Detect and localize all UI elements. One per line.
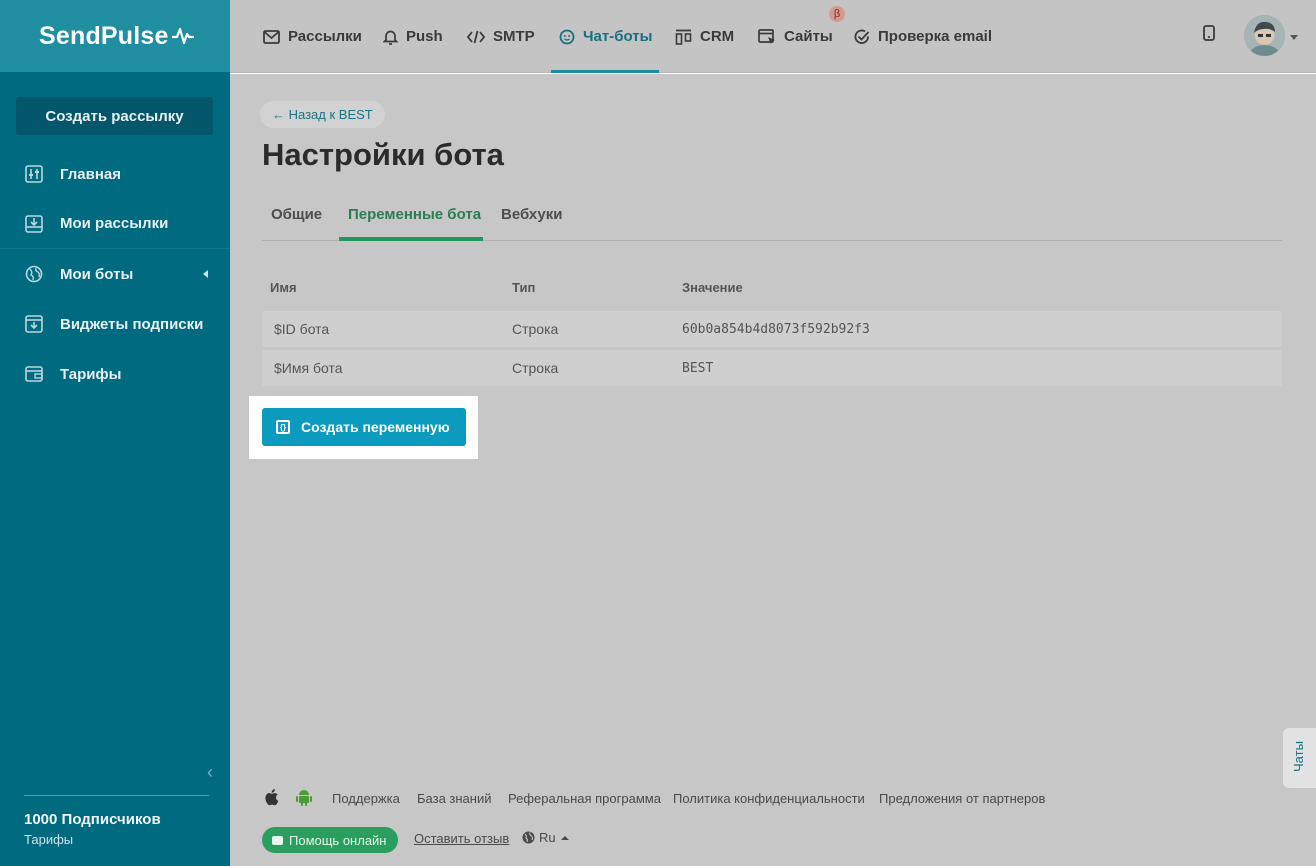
variable-type: Строка	[512, 360, 559, 376]
bell-icon	[383, 30, 398, 45]
topnav-label: Рассылки	[288, 28, 362, 45]
subscribers-count: 1000 Подписчиков	[24, 811, 161, 828]
topnav-label: Чат-боты	[583, 28, 653, 45]
sidebar-item-bots[interactable]: Мои боты	[0, 249, 230, 299]
logo-text: SendPulse	[39, 21, 169, 50]
chat-bot-icon	[559, 29, 575, 44]
variable-value: BEST	[682, 360, 714, 376]
apple-icon[interactable]	[264, 788, 279, 806]
topnav-label: Проверка email	[878, 28, 993, 45]
site-icon	[758, 28, 775, 44]
topnav-campaigns[interactable]: Рассылки	[263, 0, 362, 73]
topnav-label: SMTP	[493, 28, 535, 45]
variable-type: Строка	[512, 321, 559, 337]
logo-area: SendPulse	[0, 0, 230, 72]
sidebar-nav: Главная Мои рассылки Мои боты Виджеты по…	[0, 149, 230, 399]
tab-webhooks[interactable]: Вебхуки	[501, 196, 562, 241]
topnav-push[interactable]: Push	[383, 0, 443, 73]
envelope-icon	[263, 29, 280, 44]
variable-value: 60b0a854b4d8073f592b92f3	[682, 321, 870, 337]
topnav-label: CRM	[700, 28, 735, 45]
sidebar-item-label: Мои рассылки	[60, 215, 169, 232]
logo[interactable]: SendPulse	[39, 22, 194, 51]
mobile-phone-icon[interactable]	[1203, 25, 1215, 41]
create-variable-button[interactable]: {} Создать переменную	[262, 408, 466, 446]
create-variable-label: Создать переменную	[301, 419, 450, 435]
topnav-crm[interactable]: CRM	[675, 0, 734, 73]
pulse-icon	[171, 27, 194, 45]
topnav-email-check[interactable]: Проверка email	[854, 0, 992, 73]
language-selector[interactable]: Ru	[522, 830, 569, 845]
back-link[interactable]: ← Назад к BEST	[260, 101, 385, 128]
sliders-icon	[25, 165, 43, 183]
topnav-chatbots[interactable]: Чат-боты	[559, 0, 652, 73]
sidebar-item-campaigns[interactable]: Мои рассылки	[0, 199, 230, 249]
download-box-icon	[25, 315, 43, 333]
tab-bot-variables[interactable]: Переменные бота	[348, 196, 481, 241]
globe-icon	[522, 831, 535, 844]
chat-bubble-icon	[272, 835, 283, 845]
online-help-button[interactable]: Помощь онлайн	[262, 827, 398, 853]
footer-link-referral[interactable]: Реферальная программа	[508, 791, 661, 806]
sidebar-item-label: Мои боты	[60, 265, 134, 283]
globe-icon	[25, 265, 43, 283]
chats-tab-label: Чаты	[1291, 741, 1306, 772]
tab-general[interactable]: Общие	[271, 196, 322, 241]
chats-side-tab[interactable]: Чаты	[1283, 728, 1316, 788]
online-help-label: Помощь онлайн	[289, 832, 387, 848]
sidebar-item-label: Тарифы	[60, 365, 122, 383]
create-campaign-button[interactable]: Создать рассылку	[16, 97, 213, 135]
active-tab-indicator	[551, 70, 659, 73]
code-icon	[467, 30, 485, 43]
topnav-sites[interactable]: Сайты	[758, 0, 833, 73]
sidebar-item-label: Главная	[60, 165, 122, 183]
topnav-label: Push	[406, 28, 443, 45]
sidebar-item-home[interactable]: Главная	[0, 149, 230, 199]
sidebar-item-label: Виджеты подписки	[60, 315, 204, 333]
language-label: Ru	[539, 830, 556, 845]
page-title: Настройки бота	[262, 137, 504, 172]
topnav-label: Сайты	[784, 28, 833, 45]
check-circle-icon	[854, 29, 870, 44]
column-header-type: Тип	[512, 280, 536, 295]
top-nav: Рассылки Push SMTP Чат-боты CRM Сайты β …	[230, 0, 1316, 73]
collapse-sidebar-icon[interactable]: ‹	[207, 762, 213, 783]
wallet-icon	[25, 365, 43, 383]
active-tab-underline	[339, 237, 483, 241]
sidebar-item-plans[interactable]: Тарифы	[0, 349, 230, 399]
table-row[interactable]: $ID бота Строка 60b0a854b4d8073f592b92f3	[262, 311, 1282, 347]
sidebar: SendPulse Создать рассылку Главная Мои р…	[0, 0, 230, 866]
braces-icon: {}	[276, 420, 290, 434]
user-avatar[interactable]	[1244, 15, 1285, 56]
variable-name: $ID бота	[274, 321, 330, 337]
footer-link-partners[interactable]: Предложения от партнеров	[879, 791, 1045, 806]
chevron-up-icon	[560, 835, 569, 840]
inbox-icon	[25, 214, 43, 233]
plans-link[interactable]: Тарифы	[24, 832, 73, 847]
settings-tabs: Общие Переменные бота Вебхуки	[262, 196, 1282, 241]
sidebar-divider	[24, 795, 209, 796]
footer-link-knowledge-base[interactable]: База знаний	[417, 791, 492, 806]
chevron-left-icon[interactable]	[203, 270, 208, 278]
column-header-name: Имя	[270, 280, 297, 295]
column-header-value: Значение	[682, 280, 743, 295]
table-row[interactable]: $Имя бота Строка BEST	[262, 350, 1282, 386]
beta-badge: β	[829, 6, 845, 22]
footer-link-privacy[interactable]: Политика конфиденциальности	[673, 791, 865, 806]
footer-link-support[interactable]: Поддержка	[332, 791, 400, 806]
sidebar-item-widgets[interactable]: Виджеты подписки	[0, 299, 230, 349]
leave-review-link[interactable]: Оставить отзыв	[414, 831, 509, 846]
chevron-down-icon[interactable]	[1290, 35, 1298, 40]
crm-icon	[675, 29, 692, 45]
variable-name: $Имя бота	[274, 360, 343, 376]
android-icon[interactable]	[295, 788, 313, 807]
main-content: ← Назад к BEST Настройки бота Общие Пере…	[230, 74, 1316, 866]
topnav-smtp[interactable]: SMTP	[467, 0, 535, 73]
